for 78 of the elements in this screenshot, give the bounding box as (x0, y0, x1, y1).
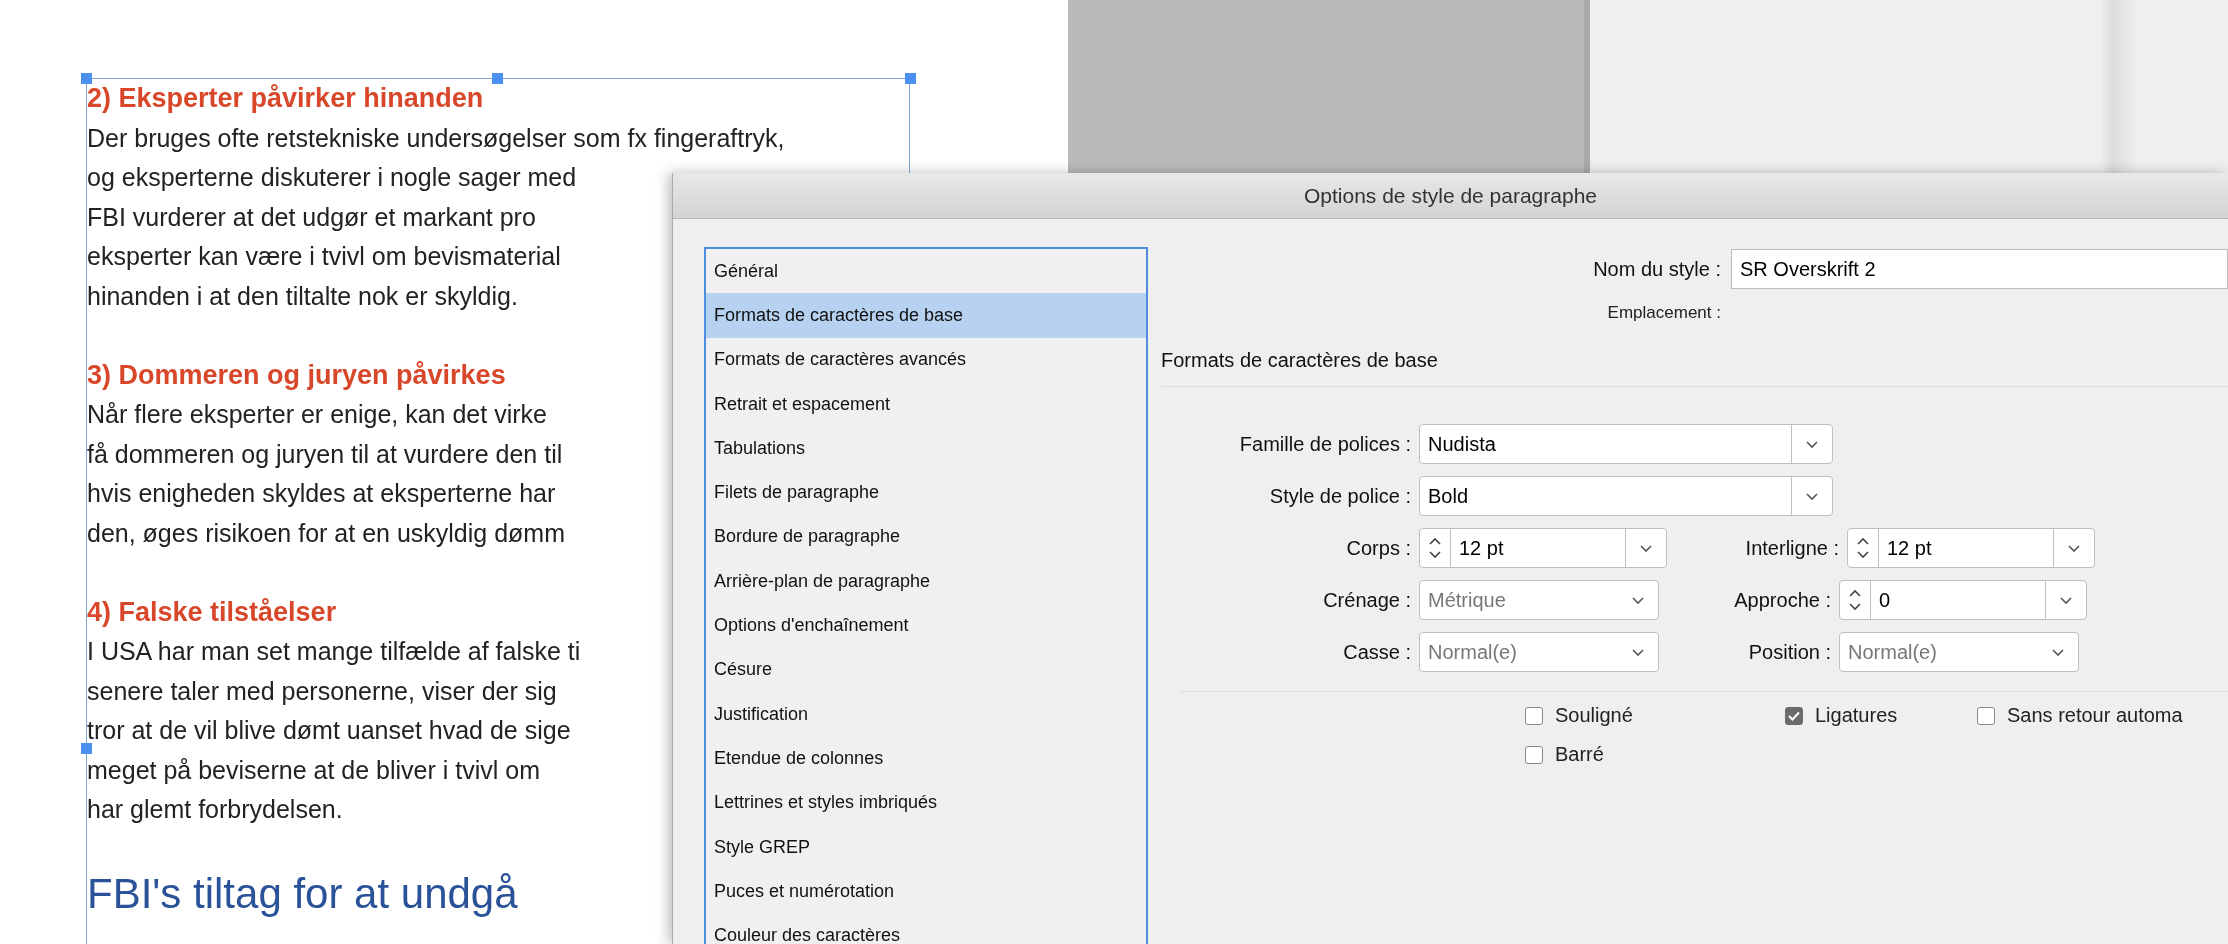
chevron-down-icon (1631, 647, 1645, 657)
category-item[interactable]: Retrait et espacement (706, 381, 1146, 427)
field-label: Casse : (1342, 640, 1412, 664)
combo-box[interactable]: Nudista (1419, 424, 1833, 464)
body-text-line: hvis enigheden skyldes at eksperterne har (87, 478, 556, 509)
category-item[interactable]: Justification (706, 691, 1146, 737)
body-text-line: tror at de vil blive dømt uanset hvad de sige (87, 715, 571, 746)
checkbox[interactable] (1525, 706, 1543, 725)
category-item[interactable]: Général (706, 249, 1146, 294)
checkbox[interactable] (1525, 745, 1543, 764)
category-item[interactable]: Couleur des caractères (706, 913, 1146, 944)
field-label: Interligne : (1744, 536, 1840, 560)
category-item[interactable]: Style GREP (706, 824, 1146, 870)
chevron-down-icon (1639, 543, 1653, 553)
category-item[interactable]: Césure (706, 647, 1146, 692)
window-title: Options de style de paragraphe (1304, 183, 1597, 208)
body-text-line: få dommeren og juryen til at vurdere den til (87, 438, 563, 470)
category-item[interactable]: Formats de caractères avancés (706, 337, 1146, 382)
style-name-field[interactable]: SR Overskrift 2 (1731, 249, 2228, 289)
dropdown[interactable]: Normal(e) (1839, 632, 2079, 672)
section-title: Formats de caractères de base (1161, 335, 2228, 387)
category-item[interactable]: Options d'enchaînement (706, 603, 1146, 648)
category-item[interactable]: Bordure de paragraphe (706, 514, 1146, 560)
body-text-line: hinanden i at den tiltalte nok er skyldig. (87, 280, 518, 312)
body-text-line: I USA har man set mange tilfælde af falske ti (87, 636, 581, 667)
selection-handle[interactable] (81, 743, 92, 754)
field-label: Position : (1747, 640, 1832, 664)
chevron-down-icon (1631, 595, 1645, 605)
body-text-line: FBI vurderer at det udgør et markant pro (87, 201, 536, 233)
body-text-line: senere taler med personerne, viser der sig (87, 675, 557, 707)
field-label: Emplacement : (1606, 303, 1721, 323)
dropdown[interactable]: Métrique (1419, 580, 1659, 620)
category-item[interactable]: Filets de paragraphe (706, 470, 1146, 515)
stepper-arrows-icon (1428, 535, 1442, 561)
chevron-down-icon (2059, 595, 2073, 605)
category-item[interactable]: Lettrines et styles imbriqués (706, 780, 1146, 825)
checkbox[interactable] (1977, 706, 1995, 725)
chevron-down-icon (1805, 439, 1819, 449)
section-heading: 4) Falske tilståelser (87, 595, 337, 629)
body-text-line: den, øges risikoen for at en uskyldig dømm (87, 517, 565, 549)
field-label: Famille de polices : (1238, 432, 1412, 456)
field-label: Corps : (1345, 536, 1412, 560)
stepper-field[interactable]: 12 pt (1847, 528, 2095, 568)
category-item[interactable]: Puces et numérotation (706, 869, 1146, 914)
category-item[interactable]: Formats de caractères de base (706, 293, 1146, 338)
category-item[interactable]: Tabulations (706, 426, 1146, 471)
chevron-down-icon (2051, 647, 2065, 657)
body-text-line: Når flere eksperter er enige, kan det virke (87, 399, 547, 430)
checkbox-label: Barré (1555, 743, 1604, 766)
section-heading: 3) Dommeren og juryen påvirkes (87, 358, 506, 392)
checkbox-label: Souligné (1555, 704, 1633, 727)
stepper-arrows-icon (1856, 535, 1870, 561)
stepper-field[interactable]: 0 (1839, 580, 2087, 620)
chevron-down-icon (2067, 543, 2081, 553)
body-text-line: og eksperterne diskuterer i nogle sager med (87, 162, 577, 193)
selection-handle[interactable] (905, 73, 916, 84)
chevron-down-icon (1805, 491, 1819, 501)
section-heading: 2) Eksperter påvirker hinanden (87, 82, 484, 115)
selection-handle[interactable] (81, 73, 92, 84)
stepper-field[interactable]: 12 pt (1419, 528, 1667, 568)
field-label: Approche : (1733, 588, 1832, 612)
field-label: Style de police : (1268, 484, 1412, 508)
combo-box[interactable]: Bold (1419, 476, 1833, 516)
field-label: Nom du style : (1592, 257, 1721, 281)
checkbox[interactable] (1785, 706, 1803, 725)
selection-handle[interactable] (492, 73, 503, 84)
body-text-line: Der bruges ofte retstekniske undersøgelser som fx fingeraftryk, (87, 122, 785, 154)
checkbox-label: Sans retour automa (2007, 704, 2183, 727)
category-item[interactable]: Etendue de colonnes (706, 736, 1146, 781)
body-text-line: meget på beviserne at de bliver i tvivl om (87, 754, 540, 786)
body-text-line: har glemt forbrydelsen. (87, 794, 343, 825)
stepper-arrows-icon (1848, 587, 1862, 613)
category-item[interactable]: Arrière-plan de paragraphe (706, 559, 1146, 604)
dropdown[interactable]: Normal(e) (1419, 632, 1659, 672)
body-text-line: eksperter kan være i tvivl om bevismaterial (87, 241, 561, 272)
chapter-heading: FBI's tiltag for at undgå (87, 869, 518, 918)
field-label: Crénage : (1322, 588, 1412, 612)
checkbox-label: Ligatures (1815, 704, 1898, 727)
